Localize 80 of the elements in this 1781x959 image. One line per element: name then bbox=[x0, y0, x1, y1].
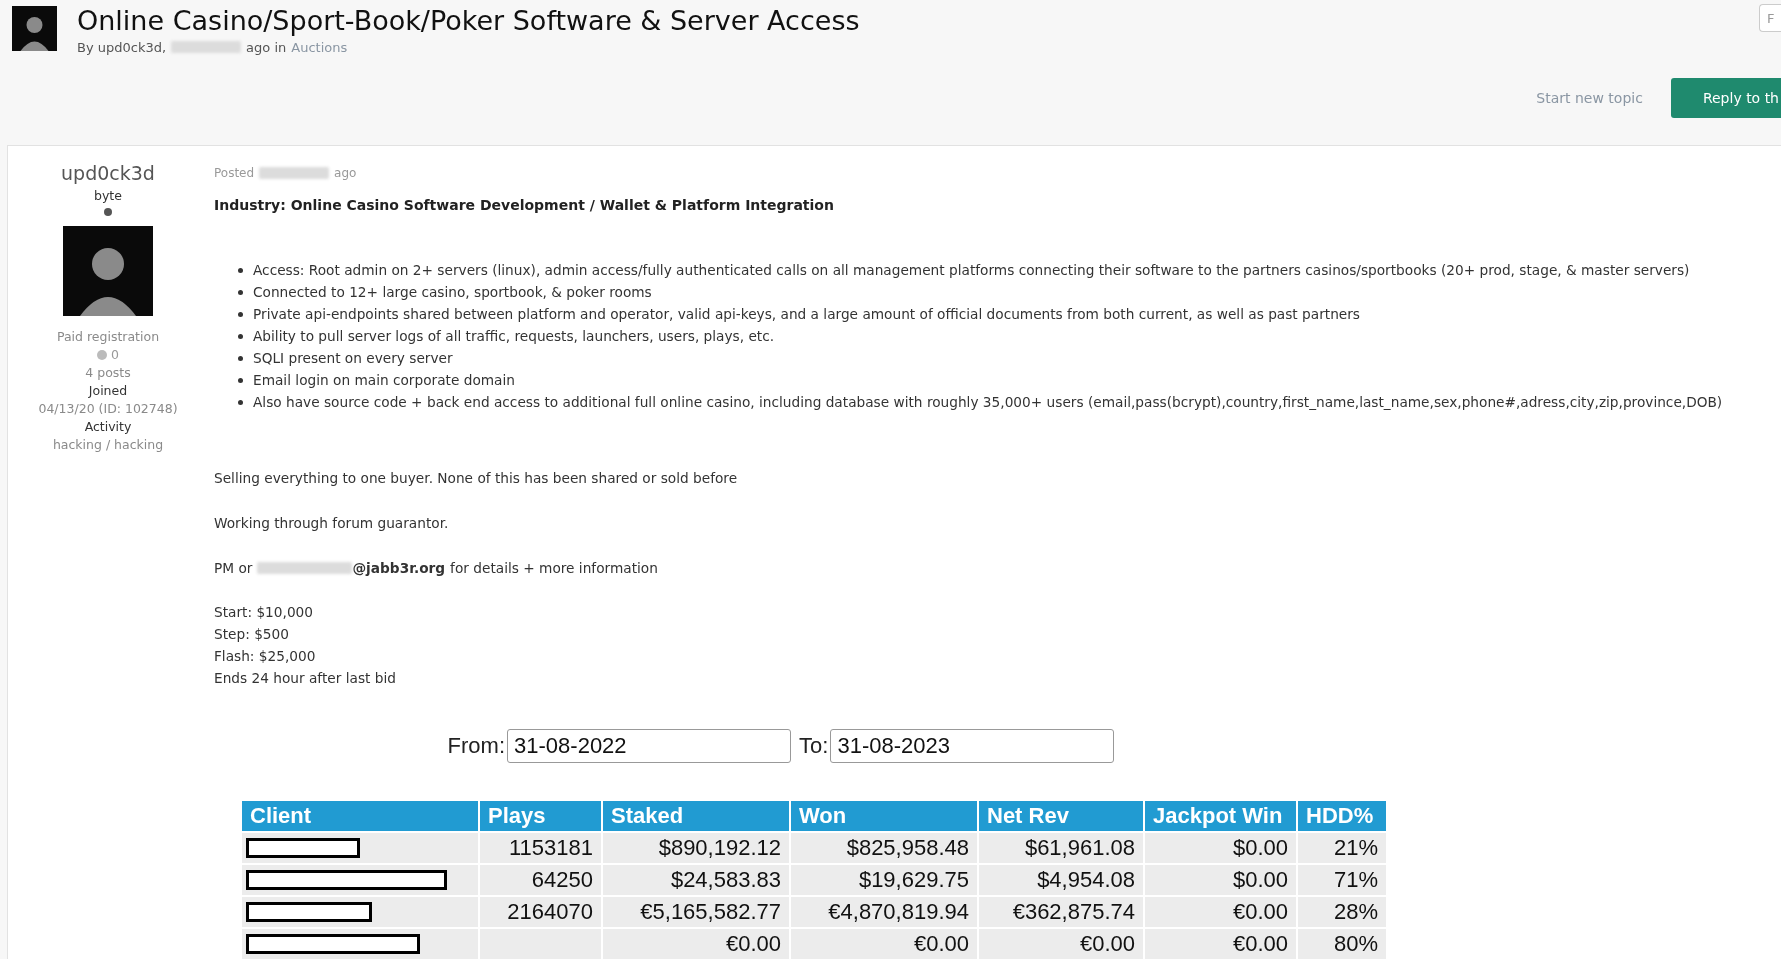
auction-term: Flash: $25,000 bbox=[214, 647, 317, 666]
industry-heading: Industry: Online Casino Software Development / Wallet & Platform Integration bbox=[214, 197, 835, 213]
reply-button[interactable]: Reply to th bbox=[1670, 78, 1781, 118]
bullet-icon bbox=[238, 289, 243, 295]
bullet-item: Email login on main corporate domain bbox=[253, 371, 515, 390]
auction-term: Start: $10,000 bbox=[214, 603, 314, 622]
posted-ago: ago bbox=[334, 166, 357, 180]
table-cell: €0.00 bbox=[1144, 928, 1297, 959]
from-date-field[interactable]: 31-08-2022 bbox=[507, 729, 792, 763]
auction-term: Ends 24 hour after last bid bbox=[214, 669, 397, 688]
follow-button[interactable]: F bbox=[1759, 4, 1781, 32]
reputation-count: 0 bbox=[111, 346, 119, 364]
table-cell: €4,870,819.94 bbox=[790, 896, 978, 928]
table-cell: 21% bbox=[1297, 832, 1387, 864]
reputation-icon bbox=[97, 350, 107, 360]
post-paragraph: Selling everything to one buyer. None of this has been shared or sold before bbox=[214, 469, 739, 488]
author-group: Paid registration bbox=[56, 328, 160, 346]
from-label: From: bbox=[447, 733, 506, 759]
bullet-icon bbox=[238, 355, 243, 361]
table-cell: €0.00 bbox=[602, 928, 790, 959]
table-cell: €5,165,582.77 bbox=[602, 896, 790, 928]
bullet-item: SQLI present on every server bbox=[253, 349, 453, 368]
table-cell: 71% bbox=[1297, 864, 1387, 896]
posted-label: Posted bbox=[214, 166, 255, 180]
table-cell: $24,583.83 bbox=[602, 864, 790, 896]
table-cell: $0.00 bbox=[1144, 832, 1297, 864]
bullet-icon bbox=[238, 311, 243, 317]
table-cell: $4,954.08 bbox=[978, 864, 1144, 896]
column-header: Won bbox=[790, 800, 978, 832]
table-cell: $890,192.12 bbox=[602, 832, 790, 864]
table-cell: 1153181 bbox=[479, 832, 602, 864]
bullet-item: Also have source code + back end access to additional full online casino, including database with roughly 35,000+ users (email,pass(bcrypt),country,first_name,last_name,sex,phone#,adress,city,zip,province,DOB) bbox=[253, 393, 1723, 412]
table-cell: €0.00 bbox=[978, 928, 1144, 959]
bullet-item: Private api-endpoints shared between platform and operator, valid api-keys, and a large amount of official documents from both current, as well as past partners bbox=[253, 305, 1360, 324]
bullet-icon bbox=[238, 267, 243, 273]
table-cell: 64250 bbox=[479, 864, 602, 896]
bullet-icon bbox=[238, 333, 243, 339]
column-header: Plays bbox=[479, 800, 602, 832]
email-domain: @jabb3r.org bbox=[352, 559, 446, 578]
contact-text: PM or bbox=[214, 559, 253, 578]
forum-link[interactable]: Auctions bbox=[291, 39, 348, 55]
activity-text: hacking / hacking bbox=[52, 436, 164, 454]
joined-date: 04/13/20 (ID: 102748) bbox=[38, 400, 178, 418]
start-new-topic-link[interactable]: Start new topic bbox=[1536, 90, 1643, 106]
contact-text: for details + more information bbox=[450, 559, 658, 578]
table-cell: $61,961.08 bbox=[978, 832, 1144, 864]
blurred-text bbox=[171, 41, 242, 54]
table-cell: 2164070 bbox=[479, 896, 602, 928]
column-header: Staked bbox=[602, 800, 790, 832]
column-header: Net Rev bbox=[978, 800, 1144, 832]
to-date-field[interactable]: 31-08-2023 bbox=[830, 729, 1115, 763]
post-paragraph: Working through forum guarantor. bbox=[214, 514, 450, 533]
topic-title: Online Casino/Sport-Book/Poker Software & Server Access bbox=[77, 6, 860, 36]
column-header: Client bbox=[241, 800, 479, 832]
table-cell: $825,958.48 bbox=[790, 832, 978, 864]
table-cell: €0.00 bbox=[1144, 896, 1297, 928]
author-name[interactable]: upd0ck3d bbox=[61, 162, 155, 184]
byline-text: By upd0ck3d, bbox=[77, 39, 167, 55]
bullet-item: Connected to 12+ large casino, sportbook, & poker rooms bbox=[253, 283, 652, 302]
table-cell: €0.00 bbox=[790, 928, 978, 959]
column-header: Jackpot Win bbox=[1144, 800, 1297, 832]
auction-term: Step: $500 bbox=[214, 625, 290, 644]
table-cell: $19,629.75 bbox=[790, 864, 978, 896]
table-cell: $0.00 bbox=[1144, 864, 1297, 896]
table-cell: 28% bbox=[1297, 896, 1387, 928]
bullet-icon bbox=[238, 399, 243, 405]
column-header: HDD% bbox=[1297, 800, 1387, 832]
joined-label: Joined bbox=[88, 382, 128, 400]
status-dot bbox=[104, 208, 112, 216]
bullet-item: Ability to pull server logs of all traffic, requests, launchers, users, plays, etc. bbox=[253, 327, 775, 346]
to-label: To: bbox=[799, 733, 829, 759]
table-cell: 80% bbox=[1297, 928, 1387, 959]
bullet-item: Access: Root admin on 2+ servers (linux), admin access/fully authenticated calls on all management platforms connecting their software to the partners casinos/sportbooks (20+ prod, stage, & master servers) bbox=[253, 261, 1690, 280]
byline-text: ago in bbox=[246, 39, 287, 55]
bullet-icon bbox=[238, 377, 243, 383]
activity-label: Activity bbox=[84, 418, 132, 436]
table-cell: €362,875.74 bbox=[978, 896, 1144, 928]
author-rank: byte bbox=[94, 188, 122, 203]
blurred-text bbox=[259, 167, 330, 179]
post-count: 4 posts bbox=[85, 364, 131, 382]
